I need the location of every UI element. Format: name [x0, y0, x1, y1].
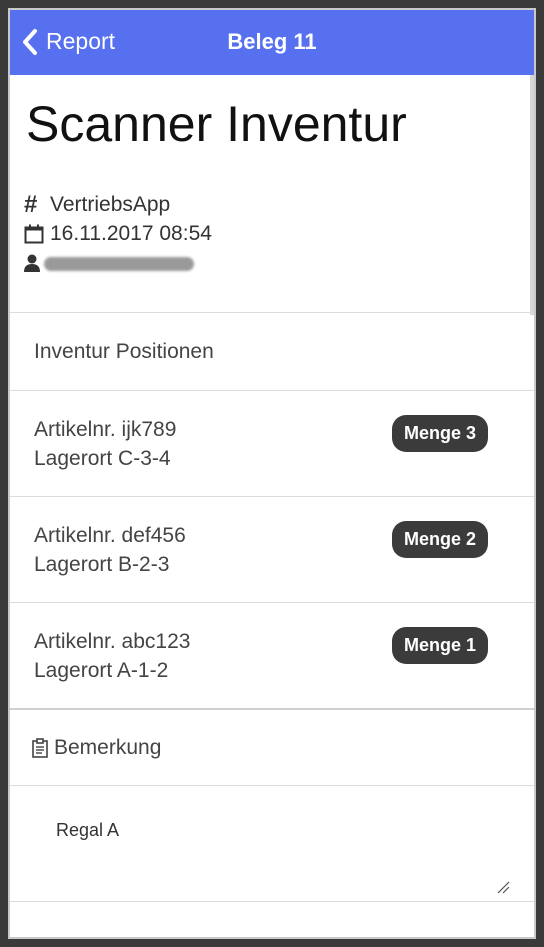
navbar: Report Beleg 11 [10, 10, 534, 75]
meta-app-row: # VertriebsApp [24, 190, 212, 219]
list-item[interactable]: Artikelnr. ijk789 Lagerort C-3-4 Menge 3 [10, 390, 534, 496]
quantity-badge: Menge 1 [391, 627, 488, 664]
app-frame: Report Beleg 11 Scanner Inventur # Vertr… [8, 8, 536, 939]
list-item[interactable]: Artikelnr. def456 Lagerort B-2-3 Menge 2 [10, 496, 534, 602]
meta-datetime: 16.11.2017 08:54 [50, 222, 212, 245]
inventory-list: Inventur Positionen Artikelnr. ijk789 La… [10, 312, 534, 902]
nav-title: Beleg 11 [227, 29, 317, 54]
remark-body: Regal A [10, 785, 534, 901]
meta-user-row [24, 248, 212, 277]
user-icon [24, 254, 44, 272]
document-meta: # VertriebsApp 16.11.2017 08:54 [24, 190, 212, 277]
hash-icon: # [24, 191, 38, 218]
resize-handle-icon[interactable] [496, 880, 510, 894]
content: Scanner Inventur # VertriebsApp 16.11.20… [10, 75, 534, 937]
quantity-badge: Menge 2 [391, 521, 488, 558]
meta-date-row: 16.11.2017 08:54 [24, 219, 212, 248]
calendar-icon [24, 224, 50, 244]
page-title: Scanner Inventur [26, 96, 407, 152]
list-heading: Inventur Positionen [10, 312, 534, 390]
remark-heading: Bemerkung [10, 708, 534, 785]
quantity-badge: Menge 3 [391, 415, 488, 452]
list-item[interactable]: Artikelnr. abc123 Lagerort A-1-2 Menge 1 [10, 602, 534, 708]
redacted-username [44, 256, 194, 271]
clipboard-icon [32, 737, 48, 758]
remark-label: Bemerkung [54, 735, 162, 759]
meta-app-name: VertriebsApp [50, 193, 171, 216]
remark-textarea[interactable]: Regal A [34, 808, 510, 894]
divider [10, 901, 534, 902]
